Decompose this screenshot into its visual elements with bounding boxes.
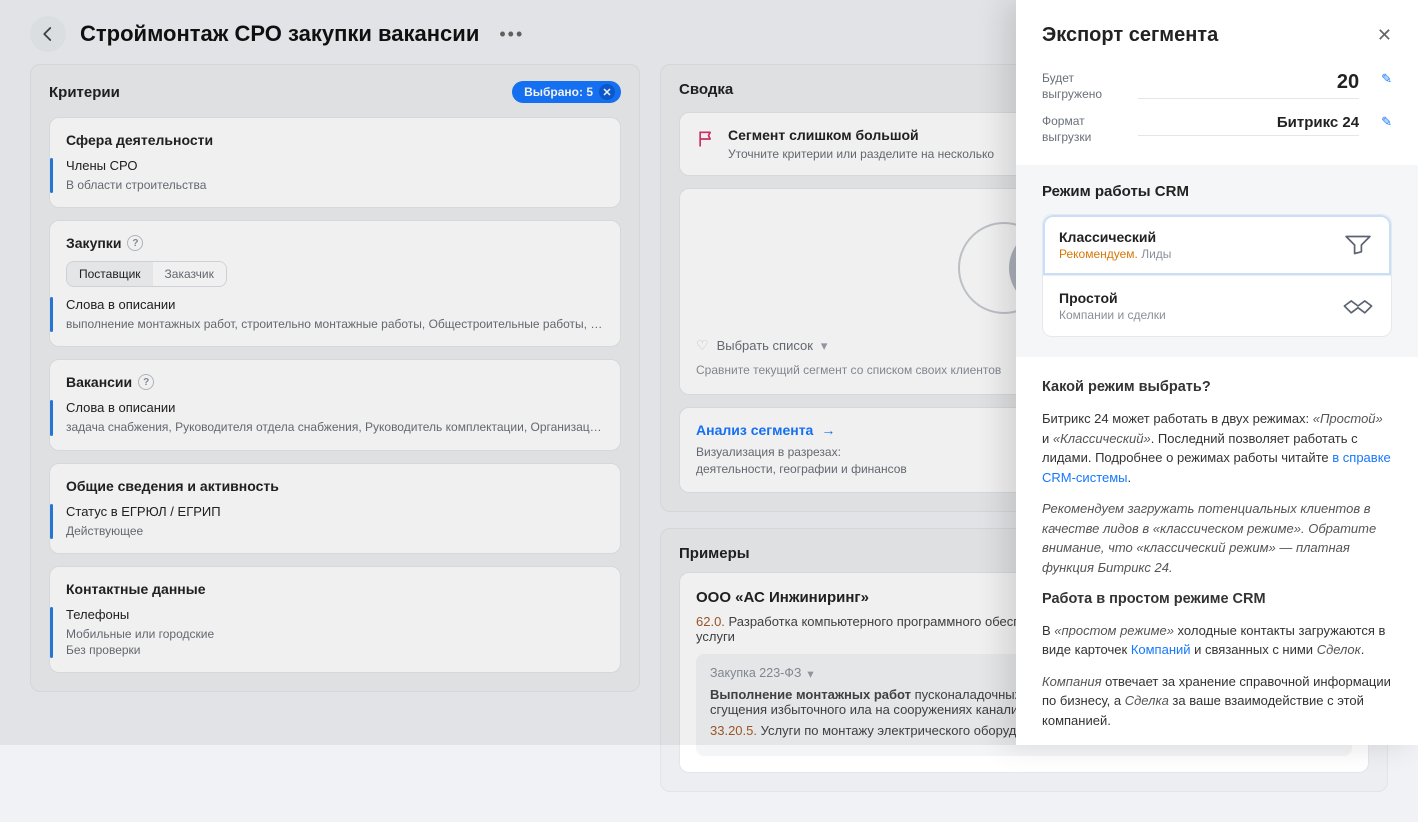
criteria-card-contacts[interactable]: Контактные данные Телефоны Мобильные или… bbox=[49, 566, 621, 673]
edit-format-button[interactable]: ✎ bbox=[1381, 114, 1392, 130]
mode-sub: Рекомендуем. Лиды bbox=[1059, 247, 1171, 261]
edit-count-button[interactable]: ✎ bbox=[1381, 71, 1392, 87]
clear-selected-icon[interactable]: ✕ bbox=[599, 84, 615, 100]
crm-mode-section: Режим работы CRM Классический Рекомендуе… bbox=[1016, 165, 1418, 357]
summary-title: Сводка bbox=[679, 81, 733, 98]
row-label: Телефоны bbox=[66, 607, 604, 622]
export-format-row: Формат выгрузки Битрикс 24 ✎ bbox=[1016, 108, 1418, 151]
okved-code: 62.0. bbox=[696, 614, 725, 629]
row-sub: задача снабжения, Руководителя отдела сн… bbox=[66, 419, 604, 435]
help-icon[interactable]: ? bbox=[127, 235, 143, 251]
mode-title: Простой bbox=[1059, 290, 1166, 306]
export-count-row: Будет выгружено 20 ✎ bbox=[1016, 65, 1418, 108]
funnel-icon bbox=[1341, 233, 1375, 257]
mode-title: Классический bbox=[1059, 229, 1171, 245]
criteria-card-general[interactable]: Общие сведения и активность Статус в ЕГР… bbox=[49, 463, 621, 554]
row-sub-line2: Без проверки bbox=[66, 642, 604, 658]
help-para-1: Битрикс 24 может работать в двух режимах… bbox=[1042, 409, 1392, 487]
criteria-card-sphere[interactable]: Сфера деятельности Члены СРО В области с… bbox=[49, 117, 621, 208]
mode-sub: Компании и сделки bbox=[1059, 308, 1166, 322]
more-menu-button[interactable]: ••• bbox=[493, 20, 530, 49]
row-label: Статус в ЕГРЮЛ / ЕГРИП bbox=[66, 504, 604, 519]
row-sub: Действующее bbox=[66, 523, 604, 539]
row-sub-line1: Мобильные или городские bbox=[66, 626, 604, 642]
card-title: Контактные данные bbox=[66, 581, 604, 597]
chevron-down-icon: ▾ bbox=[807, 666, 813, 681]
help-heading-2: Работа в простом режиме CRM bbox=[1042, 589, 1392, 611]
crm-mode-title: Режим работы CRM bbox=[1042, 183, 1392, 200]
back-button[interactable] bbox=[30, 16, 66, 52]
crm-mode-list: Классический Рекомендуем. Лиды Простой К… bbox=[1042, 214, 1392, 337]
role-toggle[interactable]: Поставщик Заказчик bbox=[66, 261, 227, 287]
analysis-link-text: Анализ сегмента bbox=[696, 422, 813, 438]
role-toggle-customer[interactable]: Заказчик bbox=[153, 262, 226, 286]
chevron-down-icon: ▾ bbox=[821, 338, 828, 354]
export-format-label: Формат выгрузки bbox=[1042, 114, 1126, 145]
drawer-help-body: Какой режим выбрать? Битрикс 24 может ра… bbox=[1016, 357, 1418, 745]
heart-icon: ♡ bbox=[696, 337, 709, 354]
help-heading-1: Какой режим выбрать? bbox=[1042, 377, 1392, 399]
flag-icon bbox=[696, 129, 716, 149]
arrow-right-icon: → bbox=[821, 422, 835, 438]
export-count-label: Будет выгружено bbox=[1042, 71, 1126, 102]
card-title: Вакансии bbox=[66, 374, 132, 390]
card-title: Общие сведения и активность bbox=[66, 478, 604, 494]
warning-sub: Уточните критерии или разделите на неско… bbox=[728, 147, 994, 161]
row-label: Слова в описании bbox=[66, 297, 604, 312]
export-format-value: Битрикс 24 bbox=[1277, 114, 1359, 131]
select-list-label: Выбрать список bbox=[717, 338, 813, 353]
companies-link[interactable]: Компаний bbox=[1131, 642, 1191, 657]
handshake-icon bbox=[1341, 294, 1375, 318]
row-sub: В области строительства bbox=[66, 177, 604, 193]
row-sub: выполнение монтажных работ, строительно … bbox=[66, 316, 604, 332]
criteria-card-purchases[interactable]: Закупки ? Поставщик Заказчик Слова в опи… bbox=[49, 220, 621, 347]
crm-mode-simple[interactable]: Простой Компании и сделки bbox=[1043, 275, 1391, 336]
criteria-card-vacancies[interactable]: Вакансии ? Слова в описании задача снабж… bbox=[49, 359, 621, 450]
page-title: Строймонтаж СРО закупки вакансии bbox=[80, 21, 479, 47]
examples-title: Примеры bbox=[679, 545, 750, 562]
close-button[interactable]: ✕ bbox=[1377, 25, 1392, 46]
help-para-4: Компания отвечает за хранение справочной… bbox=[1042, 672, 1392, 731]
export-drawer: Экспорт сегмента ✕ Будет выгружено 20 ✎ … bbox=[1016, 0, 1418, 745]
crm-mode-classic[interactable]: Классический Рекомендуем. Лиды bbox=[1043, 215, 1391, 275]
selected-count-chip[interactable]: Выбрано: 5 ✕ bbox=[512, 81, 621, 103]
role-toggle-supplier[interactable]: Поставщик bbox=[67, 262, 153, 286]
help-para-3: В «простом режиме» холодные контакты заг… bbox=[1042, 621, 1392, 660]
warning-title: Сегмент слишком большой bbox=[728, 127, 994, 143]
card-title: Сфера деятельности bbox=[66, 132, 604, 148]
help-para-2: Рекомендуем загружать потенциальных клие… bbox=[1042, 499, 1392, 577]
export-count-value: 20 bbox=[1337, 71, 1359, 94]
row-label: Члены СРО bbox=[66, 158, 604, 173]
help-icon[interactable]: ? bbox=[138, 374, 154, 390]
selected-count-label: Выбрано: 5 bbox=[524, 85, 593, 99]
criteria-title: Критерии bbox=[49, 84, 120, 101]
arrow-left-icon bbox=[39, 25, 57, 43]
row-label: Слова в описании bbox=[66, 400, 604, 415]
criteria-panel: Критерии Выбрано: 5 ✕ Сфера деятельности… bbox=[30, 64, 640, 692]
drawer-title: Экспорт сегмента bbox=[1042, 24, 1218, 47]
card-title: Закупки bbox=[66, 235, 121, 251]
